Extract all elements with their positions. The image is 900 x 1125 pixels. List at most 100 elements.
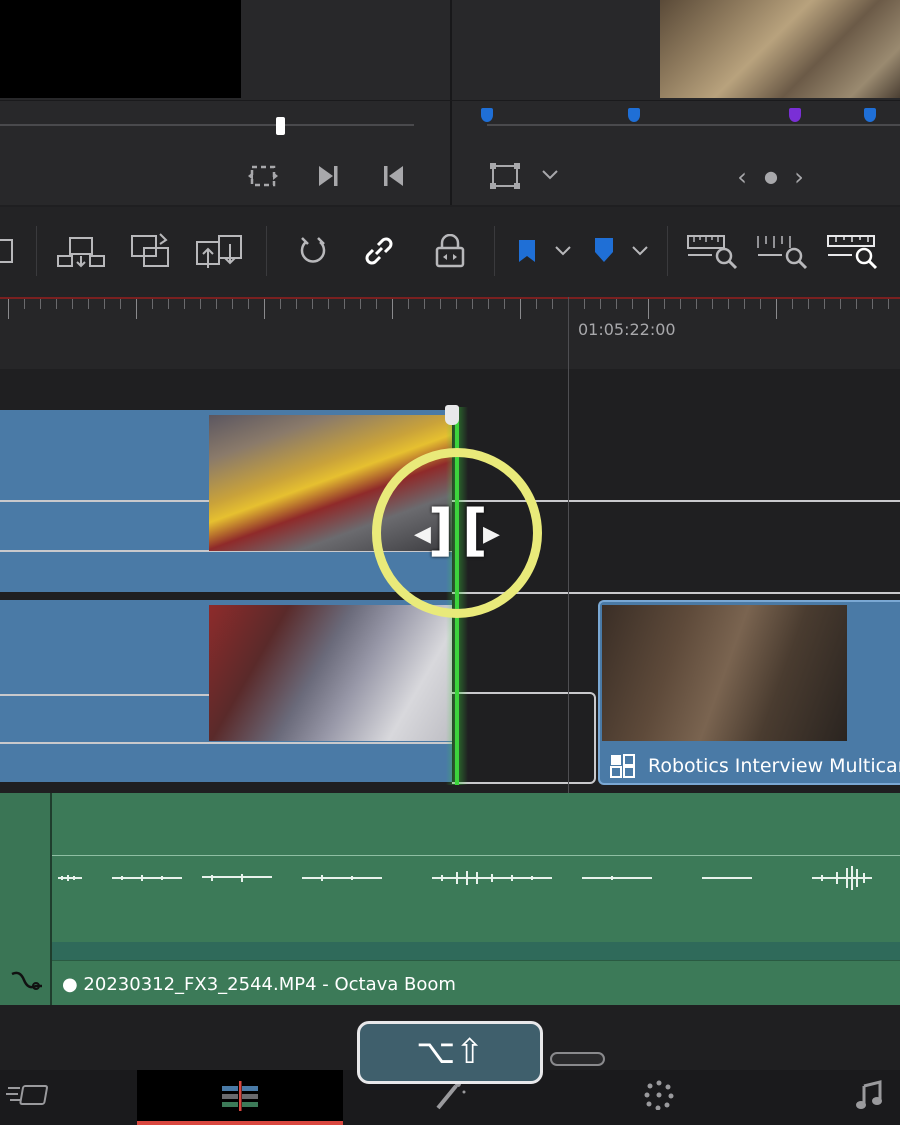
ruler-tick [776, 299, 777, 319]
timeline-marker[interactable] [864, 108, 876, 122]
edit-mode-icon[interactable] [0, 238, 14, 264]
ruler-tick [232, 299, 233, 309]
timeline-marker[interactable] [789, 108, 801, 122]
prev-clip-icon[interactable] [382, 164, 406, 188]
ruler-tick [200, 299, 201, 309]
viewer-divider [450, 0, 452, 205]
render-cache-bar [0, 297, 900, 299]
ruler-tick [696, 299, 697, 309]
timeline-marker[interactable] [628, 108, 640, 122]
ruler-tick [792, 299, 793, 309]
multicam-clip-label: Robotics Interview Multicam [648, 755, 900, 777]
zoom-full-icon[interactable] [686, 232, 740, 270]
ruler-tick [840, 299, 841, 309]
ruler-tick [312, 299, 313, 309]
nav-prev-icon[interactable]: ‹ [730, 165, 754, 189]
toolbar-separator [494, 226, 495, 276]
marker-icon[interactable] [592, 236, 616, 264]
trim-right-arrow-icon: ▶ [483, 522, 500, 547]
cut-page-icon[interactable] [6, 1082, 52, 1110]
ruler-tick [552, 299, 553, 309]
ruler-tick [536, 299, 537, 309]
ruler-tick [280, 299, 281, 309]
ruler-tick [648, 299, 649, 319]
horizontal-scrollbar[interactable] [550, 1052, 605, 1066]
ruler-timecode: 01:05:22:00 [578, 320, 676, 339]
ruler-tick [120, 299, 121, 309]
ruler-tick [72, 299, 73, 309]
ruler-tick [88, 299, 89, 309]
ruler-tick [888, 299, 889, 309]
trim-cursor-left-bracket: ] [428, 498, 454, 563]
loop-icon[interactable] [246, 163, 280, 189]
toolbar-separator [36, 226, 37, 276]
fairlight-page-icon[interactable] [856, 1080, 884, 1110]
ruler-tick [728, 299, 729, 309]
timeline-scrub-bar[interactable] [487, 124, 900, 126]
ruler-tick [248, 299, 249, 309]
audio-curve-icon[interactable] [10, 968, 44, 992]
ruler-tick [24, 299, 25, 309]
next-clip-icon[interactable] [316, 164, 340, 188]
ruler-tick [584, 299, 585, 309]
tab-active-indicator [137, 1121, 343, 1125]
edit-page-icon[interactable] [218, 1080, 262, 1112]
ruler-tick [104, 299, 105, 309]
highlight-circle [372, 448, 542, 618]
ruler-tick [440, 299, 441, 309]
ruler-tick [600, 299, 601, 309]
ruler-tick [8, 299, 9, 319]
ruler-tick [616, 299, 617, 309]
ruler-tick [296, 299, 297, 309]
lock-icon[interactable] [434, 234, 466, 268]
source-scrub-handle[interactable] [276, 117, 285, 135]
snapping-icon[interactable] [296, 236, 330, 266]
ruler-tick [360, 299, 361, 309]
viewer-separator [0, 100, 900, 101]
ruler-tick [472, 299, 473, 309]
nav-dot-icon[interactable]: ● [759, 165, 783, 189]
link-icon[interactable] [362, 234, 396, 268]
source-scrub-bar[interactable] [0, 124, 414, 126]
chevron-down-icon[interactable] [541, 168, 559, 182]
flag-icon[interactable] [516, 238, 538, 264]
transform-icon[interactable] [490, 163, 520, 189]
ruler-tick [216, 299, 217, 309]
ruler-tick [712, 299, 713, 309]
toolbar-separator [667, 226, 668, 276]
keyboard-shortcut-overlay: ⌥⇧ [357, 1021, 543, 1084]
nav-next-icon[interactable]: › [787, 165, 811, 189]
ruler-tick [872, 299, 873, 309]
playhead-handle[interactable] [445, 405, 459, 425]
overwrite-icon[interactable] [130, 232, 172, 270]
track-gap [0, 369, 900, 407]
zoom-custom-icon[interactable] [826, 232, 880, 270]
clip-thumbnail-interview [209, 605, 452, 741]
timeline-ruler[interactable] [0, 297, 900, 369]
ruler-tick [488, 299, 489, 309]
audio-level-line[interactable] [52, 855, 900, 856]
append-icon[interactable] [56, 236, 106, 270]
timeline-viewer-frame [660, 0, 900, 98]
audio-clip-label: ● 20230312_FX3_2544.MP4 - Octava Boom [62, 974, 456, 995]
color-page-icon[interactable] [644, 1080, 674, 1110]
audio-waveform [58, 866, 872, 890]
ruler-tick [808, 299, 809, 309]
gap-outline-v1 [452, 692, 596, 784]
marker-chevron-down-icon[interactable] [631, 244, 649, 258]
ruler-tick [152, 299, 153, 309]
ruler-tick [56, 299, 57, 309]
replace-icon[interactable] [195, 232, 245, 270]
zoom-detail-icon[interactable] [756, 232, 810, 270]
ruler-tick [456, 299, 457, 309]
ruler-tick [856, 299, 857, 309]
ruler-tick [392, 299, 393, 319]
ruler-tick [168, 299, 169, 309]
ruler-tick [664, 299, 665, 309]
ruler-tick [504, 299, 505, 309]
ruler-tick [184, 299, 185, 309]
flag-chevron-down-icon[interactable] [554, 244, 572, 258]
ruler-tick [824, 299, 825, 309]
audio-clip-band [52, 942, 900, 960]
timeline-marker[interactable] [481, 108, 493, 122]
